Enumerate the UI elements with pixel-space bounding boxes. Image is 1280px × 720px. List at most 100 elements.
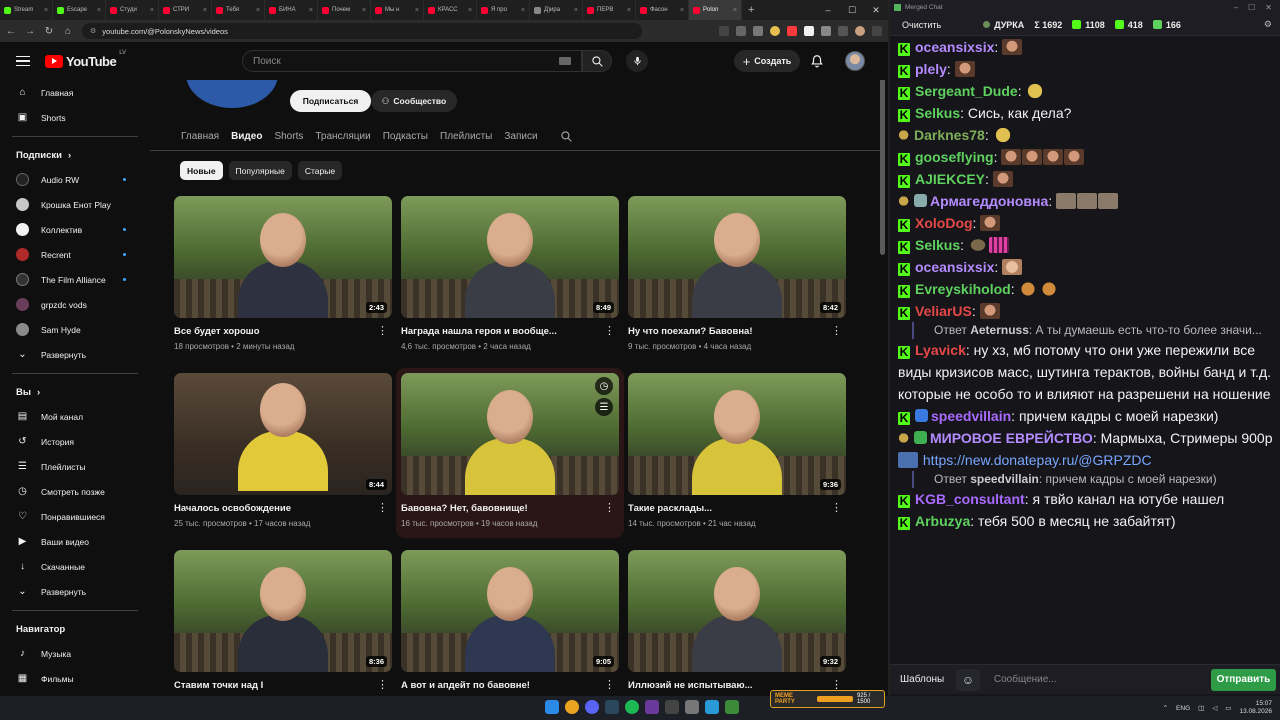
close-icon[interactable]: × — [415, 7, 419, 14]
more-options-icon[interactable]: ⋮ — [831, 503, 842, 514]
keyboard-icon[interactable] — [559, 57, 571, 65]
sidebar-item-music[interactable]: ♪ Музыка — [0, 641, 150, 666]
steam-icon[interactable] — [605, 700, 619, 714]
video-card[interactable]: 8:42 Ну что поехали? Бавовна! 9 тыс. про… — [628, 196, 846, 366]
page-scrollbar[interactable] — [880, 65, 885, 255]
sidebar-expand-you[interactable]: ⌄ Развернуть — [0, 579, 150, 604]
tab-home[interactable]: Главная — [181, 131, 219, 142]
video-card[interactable]: 9:32 Иллюзий не испытываю... ⋮ — [628, 550, 846, 696]
discord-icon[interactable] — [585, 700, 599, 714]
donation-link[interactable]: https://new.donatepay.ru/@GRPZDC — [923, 452, 1152, 468]
browser-tab[interactable]: Фасон × — [636, 0, 689, 20]
language-indicator[interactable]: ENG — [1176, 705, 1190, 712]
url-field[interactable]: ⚙ youtube.com/@PolonskyNews/videos — [82, 23, 642, 39]
browser-tab[interactable]: Почем × — [318, 0, 371, 20]
chip-newest[interactable]: Новые — [180, 161, 223, 180]
more-options-icon[interactable]: ⋮ — [831, 680, 842, 691]
clock[interactable]: 15:07 13.08.2026 — [1239, 700, 1272, 716]
close-icon[interactable]: × — [574, 7, 578, 14]
more-options-icon[interactable]: ⋮ — [604, 326, 615, 337]
app-icon[interactable] — [685, 700, 699, 714]
video-card[interactable]: 8:36 Ставим точки над I ⋮ — [174, 550, 392, 696]
settings-icon[interactable]: ⚙ — [1264, 19, 1272, 30]
app-icon[interactable] — [645, 700, 659, 714]
video-thumbnail[interactable]: 9:05 — [401, 550, 619, 672]
clear-button[interactable]: Очистить — [898, 18, 945, 32]
install-icon[interactable] — [736, 26, 746, 36]
video-thumbnail[interactable]: 8:49 — [401, 196, 619, 318]
sidebar-subscription[interactable]: Sam Hyde — [0, 317, 150, 342]
telegram-icon[interactable] — [705, 700, 719, 714]
tray-chevron-icon[interactable]: ⌃ — [1163, 704, 1168, 712]
sidebar-subscription[interactable]: Крошка Енот Play — [0, 192, 150, 217]
tab-shorts[interactable]: Shorts — [274, 131, 303, 142]
close-icon[interactable]: × — [627, 7, 631, 14]
tab-playlists[interactable]: Плейлисты — [440, 131, 492, 142]
video-title[interactable]: А вот и апдейт по бавовне! — [401, 680, 601, 691]
close-icon[interactable]: × — [733, 7, 737, 14]
browser-tab[interactable]: Stream × — [0, 0, 53, 20]
sidebar-item-home[interactable]: ⌂ Главная — [0, 80, 150, 105]
emoji-button[interactable]: ☺ — [956, 668, 980, 691]
sidebar-item-downloads[interactable]: ↓ Скачанные — [0, 554, 150, 579]
browser-tab[interactable]: Мы н × — [371, 0, 424, 20]
video-title[interactable]: Ну что поехали? Бавовна! — [628, 326, 828, 337]
volume-icon[interactable]: ◁ — [1212, 704, 1217, 712]
maximize-icon[interactable]: ☐ — [840, 5, 864, 16]
bell-icon[interactable] — [810, 54, 824, 68]
video-title[interactable]: Бавовна? Нет, бавовнище! — [401, 503, 601, 514]
message-input[interactable]: Сообщение... — [987, 668, 1203, 691]
video-card[interactable]: 9:36 Такие расклады... 14 тыс. просмотро… — [628, 373, 846, 543]
browser-tab[interactable]: Я про × — [477, 0, 530, 20]
video-title[interactable]: Такие расклады... — [628, 503, 828, 514]
sidebar-item-watch-later[interactable]: ◷ Смотреть позже — [0, 479, 150, 504]
browser-tab[interactable]: Студи × — [106, 0, 159, 20]
video-title[interactable]: Все будет хорошо — [174, 326, 374, 337]
video-thumbnail[interactable]: 9:36 — [628, 373, 846, 495]
browser-tab[interactable]: БИНА × — [265, 0, 318, 20]
video-thumbnail[interactable]: 8:36 — [174, 550, 392, 672]
sidebar-item-history[interactable]: ↺ История — [0, 429, 150, 454]
browser-tab[interactable]: Escape × — [53, 0, 106, 20]
create-button[interactable]: + Создать — [734, 50, 800, 72]
add-to-queue-icon[interactable]: ☰ — [595, 398, 613, 416]
video-card[interactable]: 9:05 А вот и апдейт по бавовне! ⋮ — [401, 550, 619, 696]
more-options-icon[interactable]: ⋮ — [377, 326, 388, 337]
more-options-icon[interactable]: ⋮ — [604, 503, 615, 514]
battery-icon[interactable]: ▭ — [1225, 704, 1231, 712]
browser-tab[interactable]: СТРИ × — [159, 0, 212, 20]
back-icon[interactable]: ← — [6, 26, 16, 37]
minimize-icon[interactable]: – — [1234, 3, 1238, 12]
puzzle-icon[interactable] — [821, 26, 831, 36]
spotify-icon[interactable] — [625, 700, 639, 714]
tab-videos[interactable]: Видео — [231, 131, 262, 142]
more-options-icon[interactable]: ⋮ — [377, 503, 388, 514]
close-icon[interactable]: × — [362, 7, 366, 14]
menu-icon[interactable] — [16, 55, 30, 67]
close-window-icon[interactable]: ✕ — [864, 5, 888, 16]
extension-icon[interactable] — [770, 26, 780, 36]
forward-icon[interactable]: → — [25, 26, 35, 37]
sidebar-subscription[interactable]: The Film Alliance — [0, 267, 150, 292]
bookmark-icon[interactable] — [753, 26, 763, 36]
more-options-icon[interactable]: ⋮ — [377, 680, 388, 691]
video-thumbnail[interactable]: 2:43 — [174, 196, 392, 318]
video-thumbnail[interactable]: 8:44 — [174, 373, 392, 495]
subscriptions-header[interactable]: Подписки › — [0, 143, 150, 167]
video-title[interactable]: Ставим точки над I — [174, 680, 374, 691]
extension-icon[interactable] — [787, 26, 797, 36]
new-tab-icon[interactable]: + — [742, 4, 760, 16]
sidebar-item-shorts[interactable]: ▣ Shorts — [0, 105, 150, 130]
more-options-icon[interactable]: ⋮ — [831, 326, 842, 337]
sidebar-item-liked[interactable]: ♡ Понравившиеся — [0, 504, 150, 529]
youtube-logo[interactable]: YouTube LV — [45, 50, 126, 69]
browser-tab[interactable]: ПЕРВ × — [583, 0, 636, 20]
video-title[interactable]: Началось освобождение — [174, 503, 374, 514]
sidebar-item-playlists[interactable]: ☰ Плейлисты — [0, 454, 150, 479]
tab-posts[interactable]: Записи — [504, 131, 537, 142]
close-icon[interactable]: × — [97, 7, 101, 14]
sidebar-item-my-channel[interactable]: ▤ Мой канал — [0, 404, 150, 429]
app-icon[interactable] — [725, 700, 739, 714]
download-icon[interactable] — [838, 26, 848, 36]
menu-icon[interactable] — [872, 26, 882, 36]
